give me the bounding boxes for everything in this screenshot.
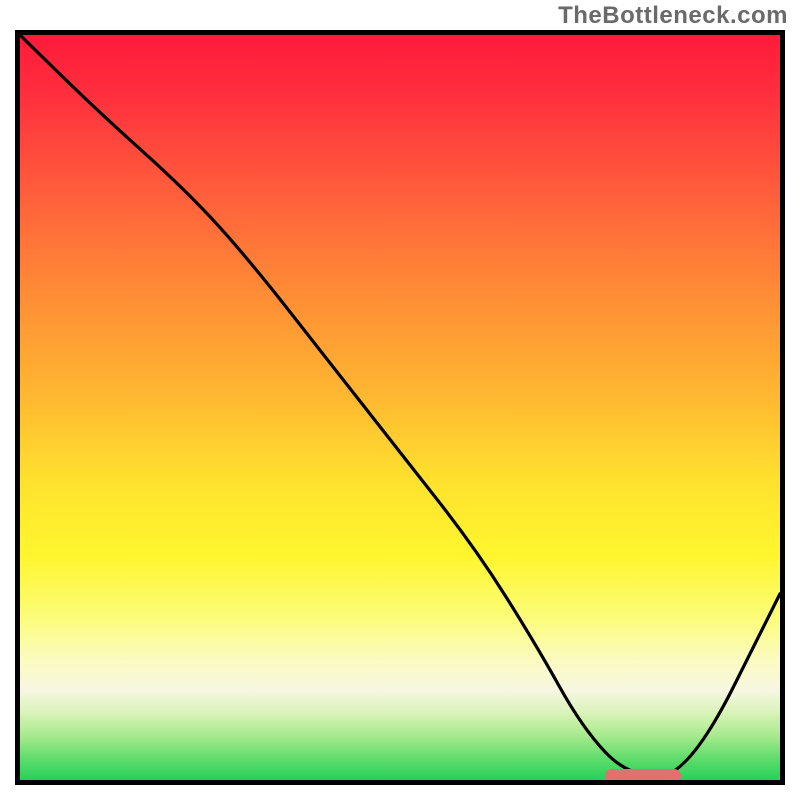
chart-container: TheBottleneck.com <box>0 0 800 800</box>
optimal-range-marker <box>605 769 681 783</box>
plot-area <box>15 30 785 785</box>
bottleneck-curve <box>20 35 780 780</box>
watermark-text: TheBottleneck.com <box>558 2 788 30</box>
